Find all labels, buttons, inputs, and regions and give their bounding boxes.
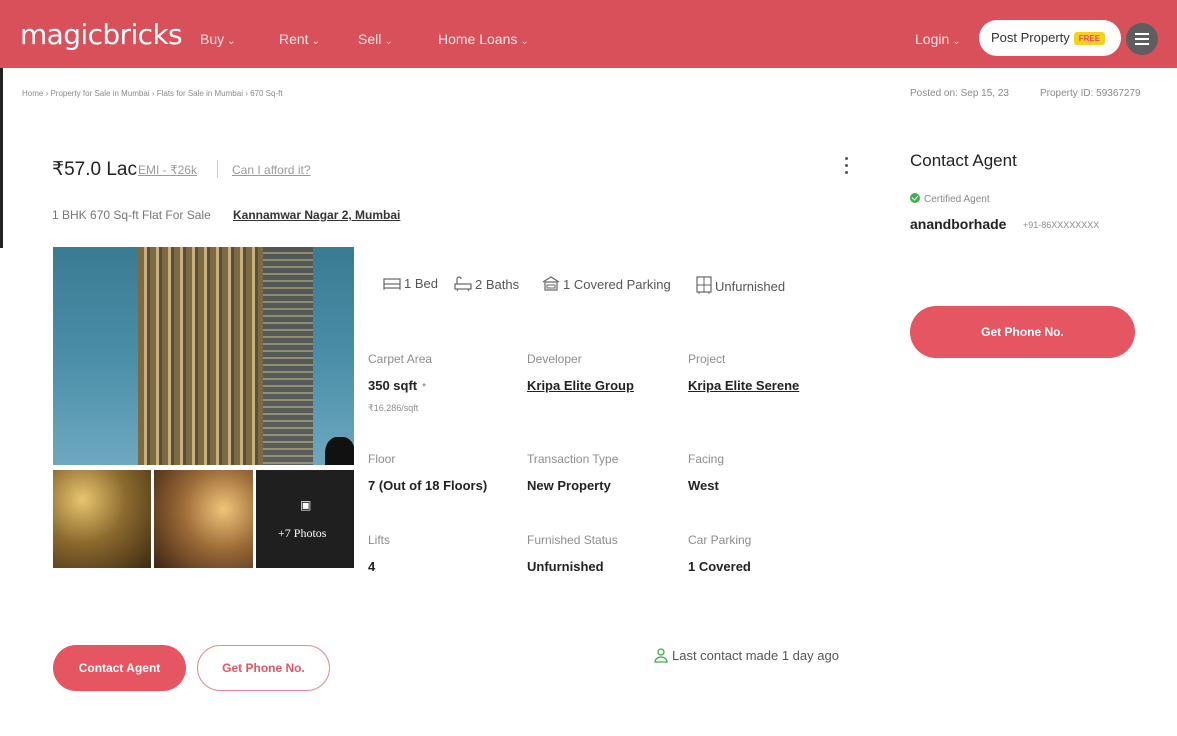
bed-icon (383, 278, 401, 290)
top-header: magicbricks Buy ⌄ Rent ⌄ Sell ⌄ Home Loans ⌄… (0, 0, 1177, 68)
free-badge: FREE (1073, 32, 1106, 45)
photo-thumb-living[interactable] (53, 470, 151, 568)
info-icon[interactable]: * (422, 382, 426, 393)
tree-silhouette (325, 437, 354, 465)
project-label: Project (688, 352, 726, 366)
project-link[interactable]: Kripa Elite Serene (688, 378, 799, 393)
nav-buy-label: Buy (200, 31, 225, 47)
post-property-label: Post Property (991, 30, 1070, 45)
floor-label: Floor (368, 452, 396, 466)
main-photo[interactable] (53, 247, 354, 465)
emi-link[interactable]: EMI - ₹26k (138, 163, 197, 177)
chevron-down-icon: ⌄ (311, 36, 320, 47)
feature-bed-label: 1 Bed (404, 276, 438, 291)
hamburger-menu-icon[interactable] (1126, 23, 1158, 55)
developer-link[interactable]: Kripa Elite Group (527, 378, 634, 393)
parking-icon (542, 276, 560, 291)
feature-parking-label: 1 Covered Parking (563, 277, 671, 292)
nav-buy[interactable]: Buy ⌄ (200, 31, 236, 47)
chevron-down-icon: ⌄ (384, 36, 393, 47)
property-id: Property ID: 59367279 (1040, 88, 1141, 99)
nav-rent-label: Rent (279, 31, 309, 47)
more-photos-label: +7 Photos (278, 526, 327, 540)
login-button[interactable]: Login ⌄ (915, 31, 961, 47)
carpet-area-text: 350 sqft (368, 378, 418, 393)
agent-phone-masked: +91-86XXXXXXXX (1023, 220, 1100, 230)
camera-icon: ▣ (300, 498, 312, 512)
contact-agent-title: Contact Agent (910, 151, 1017, 170)
feature-baths-label: 2 Baths (475, 277, 520, 292)
certified-agent-label: Certified Agent (924, 194, 990, 205)
chevron-down-icon: ⌄ (520, 36, 529, 47)
nav-sell[interactable]: Sell ⌄ (358, 31, 393, 47)
post-property-button[interactable]: Post Property FREE (979, 20, 1121, 56)
locality-link[interactable]: Kannamwar Nagar 2, Mumbai (233, 208, 400, 222)
agent-name: anandborhade (910, 216, 1007, 232)
more-photos-thumb[interactable]: ▣ +7 Photos (256, 470, 354, 568)
feature-furnishing: Unfurnished (696, 276, 785, 294)
carpet-area-value: 350 sqft * (368, 378, 426, 393)
last-contact-text: Last contact made 1 day ago (672, 648, 839, 663)
nav-sell-label: Sell (358, 31, 382, 47)
car-parking-value: 1 Covered (688, 559, 751, 574)
lifts-value: 4 (368, 559, 376, 574)
more-options-icon[interactable] (842, 154, 852, 178)
furnished-status-value: Unfurnished (527, 559, 604, 574)
lifts-label: Lifts (368, 533, 391, 547)
get-phone-button[interactable]: Get Phone No. (910, 306, 1135, 358)
price: ₹57.0 Lac (52, 159, 137, 180)
furnished-status-label: Furnished Status (527, 533, 618, 547)
transaction-type-label: Transaction Type (527, 452, 619, 466)
building-image (138, 247, 263, 465)
nav-home-loans-label: Home Loans (438, 31, 518, 47)
check-circle-icon (910, 193, 920, 203)
feature-furnishing-label: Unfurnished (715, 279, 786, 294)
feature-baths: 2 Baths (454, 276, 519, 292)
divider (217, 160, 218, 178)
facing-value: West (688, 478, 719, 493)
breadcrumb[interactable]: Home › Property for Sale in Mumbai › Fla… (22, 89, 283, 98)
car-parking-label: Car Parking (688, 533, 752, 547)
nav-home-loans[interactable]: Home Loans ⌄ (438, 31, 529, 47)
facing-label: Facing (688, 452, 725, 466)
feature-parking: 1 Covered Parking (542, 276, 671, 292)
afford-link[interactable]: Can I afford it? (232, 163, 311, 177)
logo[interactable]: magicbricks (20, 18, 183, 51)
contact-agent-button[interactable]: Contact Agent (53, 645, 186, 691)
scan-edge (0, 68, 3, 248)
transaction-type-value: New Property (527, 478, 611, 493)
photo-thumb-bedroom[interactable] (154, 470, 253, 568)
listing-subtitle: 1 BHK 670 Sq-ft Flat For Sale (52, 208, 211, 222)
chevron-down-icon: ⌄ (952, 36, 961, 47)
get-phone-outline-button[interactable]: Get Phone No. (197, 645, 330, 691)
nav-rent[interactable]: Rent ⌄ (279, 31, 320, 47)
certified-agent-badge: Certified Agent (910, 193, 990, 205)
user-icon (654, 648, 668, 663)
building-image-side (263, 247, 313, 465)
chevron-down-icon: ⌄ (227, 36, 236, 47)
login-label: Login (915, 31, 950, 47)
bath-icon (454, 276, 472, 292)
carpet-area-label: Carpet Area (368, 352, 433, 366)
feature-bed: 1 Bed (383, 276, 438, 291)
last-contact-info: Last contact made 1 day ago (654, 648, 839, 663)
floor-value: 7 (Out of 18 Floors) (368, 478, 488, 493)
posted-date: Posted on: Sep 15, 23 (910, 88, 1009, 99)
developer-label: Developer (527, 352, 582, 366)
furnishing-icon (696, 276, 712, 294)
carpet-area-rate: ₹16,286/sqft (368, 403, 419, 413)
